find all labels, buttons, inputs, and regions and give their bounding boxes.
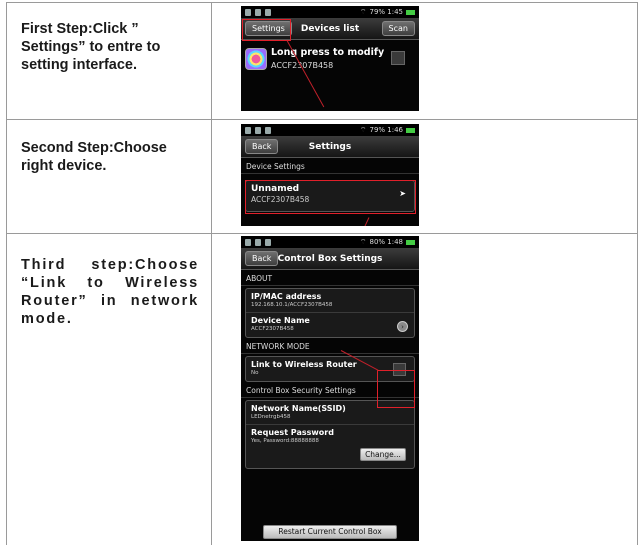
screen-title: Devices list	[300, 23, 360, 34]
wifi-icon: ⌔	[359, 125, 367, 134]
step-3-text: Third step:Choose “Link to Wireless Rout…	[21, 257, 199, 327]
status-text: 80% 1:48	[369, 238, 403, 246]
status-bar: ⌔ 79% 1:45	[241, 6, 419, 18]
notification-icon	[255, 238, 261, 246]
chevron-right-icon[interactable]: ›	[397, 321, 408, 332]
status-bar: ⌔ 80% 1:48	[241, 236, 419, 248]
step-2-text: Second Step:Choose right device.	[21, 140, 167, 174]
password-item: Request Password Yes, Password:88888888 …	[246, 425, 414, 468]
security-group: Network Name(SSID) LEDnetrgb458 Request …	[245, 400, 415, 469]
device-name-item[interactable]: Device Name ACCF2307B458 ›	[246, 313, 414, 337]
status-text: 79% 1:46	[369, 126, 403, 134]
link-router-title: Link to Wireless Router	[251, 360, 357, 369]
change-button[interactable]: Change...	[360, 448, 406, 461]
wifi-icon: ⌔	[359, 237, 367, 246]
back-button[interactable]: Back	[245, 139, 279, 154]
battery-icon	[406, 127, 415, 133]
ip-mac-item: IP/MAC address 192.168.10.1/ACCF2307B458	[246, 289, 414, 313]
android-icon	[265, 8, 271, 16]
scan-button[interactable]: Scan	[381, 21, 415, 36]
android-icon	[265, 126, 271, 134]
usb-icon	[245, 126, 251, 134]
notification-icon	[255, 126, 261, 134]
password-title: Request Password	[251, 428, 334, 437]
pointer-line	[361, 217, 370, 226]
screenshot-settings: ⌔ 79% 1:46 Back Settings Device Settings …	[241, 124, 419, 226]
section-about: ABOUT	[241, 270, 419, 286]
wifi-icon: ⌔	[359, 7, 367, 16]
back-button[interactable]: Back	[245, 251, 279, 266]
screen-title: Control Box Settings	[277, 253, 383, 264]
battery-icon	[406, 9, 415, 15]
device-icon	[245, 48, 267, 70]
status-bar: ⌔ 79% 1:46	[241, 124, 419, 136]
restart-button[interactable]: Restart Current Control Box	[263, 525, 397, 539]
ip-mac-title: IP/MAC address	[251, 292, 322, 301]
highlight-box	[245, 180, 416, 214]
device-name: Long press to modify	[271, 47, 385, 58]
device-name-title: Device Name	[251, 316, 310, 325]
section-header: Device Settings	[241, 158, 419, 174]
highlight-box	[242, 19, 291, 41]
device-name-value: ACCF2307B458	[251, 326, 294, 332]
notification-icon	[255, 8, 261, 16]
battery-icon	[406, 239, 415, 245]
password-value: Yes, Password:88888888	[251, 438, 319, 444]
device-checkbox[interactable]	[391, 51, 405, 65]
ssid-value: LEDnetrgb458	[251, 414, 291, 420]
title-bar: Back Control Box Settings	[241, 248, 419, 270]
android-icon	[265, 238, 271, 246]
device-list-item[interactable]: Long press to modify ACCF2307B458	[245, 46, 415, 76]
usb-icon	[245, 238, 251, 246]
usb-icon	[245, 8, 251, 16]
step-1-text: First Step:Click ” Settings” to entre to…	[21, 21, 161, 73]
highlight-box	[377, 370, 415, 408]
about-group: IP/MAC address 192.168.10.1/ACCF2307B458…	[245, 288, 415, 338]
ip-mac-value: 192.168.10.1/ACCF2307B458	[251, 302, 333, 308]
status-text: 79% 1:45	[369, 8, 403, 16]
title-bar: Back Settings	[241, 136, 419, 158]
screen-title: Settings	[308, 141, 352, 152]
screenshot-devices-list: ⌔ 79% 1:45 Settings Devices list Scan Lon…	[241, 6, 419, 111]
screenshot-control-box-settings: ⌔ 80% 1:48 Back Control Box Settings ABOU…	[241, 236, 419, 541]
section-network-mode: NETWORK MODE	[241, 338, 419, 354]
